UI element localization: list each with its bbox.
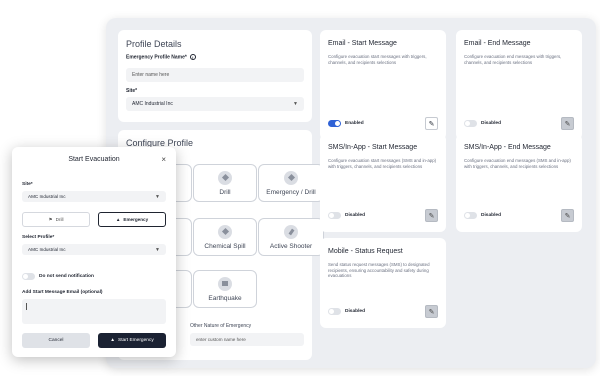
profile-select-value: AMC Industrial Inc xyxy=(28,247,66,252)
enable-toggle[interactable]: Enabled xyxy=(328,120,364,127)
card-description: Send status request messages (SMS) to de… xyxy=(328,262,430,279)
info-icon[interactable]: i xyxy=(189,54,196,60)
email-end-card: Email - End Message Configure evacuation… xyxy=(456,30,582,140)
building-icon xyxy=(218,276,232,291)
toggle-switch[interactable] xyxy=(22,273,35,280)
profile-select[interactable]: AMC Industrial Inc ▼ xyxy=(22,244,166,255)
text-cursor xyxy=(26,303,27,310)
toggle-status: Enabled xyxy=(345,121,364,126)
site-select[interactable]: AMC Industrial Inc ▼ xyxy=(126,97,304,111)
flag-icon: ⚑ xyxy=(48,216,53,222)
profile-details-card: Profile Details Emergency Profile Name* i… xyxy=(118,30,312,122)
toggle-switch[interactable] xyxy=(328,212,341,219)
card-title: Mobile - Status Request xyxy=(328,248,403,255)
card-title: SMS/In-App - End Message xyxy=(464,144,551,151)
enable-toggle[interactable]: Disabled xyxy=(464,212,501,219)
profile-tile-earthquake[interactable]: Earthquake xyxy=(193,270,257,308)
toggle-status: Disabled xyxy=(481,213,501,218)
sms-start-card: SMS/In-App - Start Message Configure eva… xyxy=(320,134,446,232)
drill-button-label: Drill xyxy=(55,217,64,222)
drill-button[interactable]: ⚑ Drill xyxy=(22,212,90,227)
notify-label: Do not send notification xyxy=(39,274,94,279)
chevron-down-icon: ▼ xyxy=(155,193,160,200)
chevron-down-icon: ▼ xyxy=(293,101,298,107)
warning-icon: ▲ xyxy=(115,217,121,222)
pencil-icon: ✎ xyxy=(428,308,435,316)
site-select-value: AMC Industrial Inc xyxy=(132,101,173,107)
tile-label-earthquake: Earthquake xyxy=(208,294,242,302)
modal-site-select[interactable]: AMC Industrial Inc ▼ xyxy=(22,191,166,202)
close-icon[interactable]: × xyxy=(161,155,166,164)
edit-button[interactable]: ✎ xyxy=(425,305,438,318)
profile-name-label: Emergency Profile Name* i xyxy=(126,54,196,60)
cancel-button[interactable]: Cancel xyxy=(22,333,90,348)
card-description: Configure evacuation start messages (SMS… xyxy=(328,158,437,169)
card-description: Configure evacuation end messages with t… xyxy=(464,54,562,65)
start-evacuation-modal: Start Evacuation × Site* AMC Industrial … xyxy=(12,147,176,357)
site-label: Site* xyxy=(126,88,138,94)
cancel-button-label: Cancel xyxy=(48,338,64,343)
other-nature-label: Other Nature of Emergency xyxy=(190,323,252,329)
modal-site-label: Site* xyxy=(22,182,33,187)
card-description: Configure evacuation end messages (SMS a… xyxy=(464,158,571,169)
toggle-switch[interactable] xyxy=(464,212,477,219)
toggle-status: Disabled xyxy=(481,121,501,126)
profile-details-title: Profile Details xyxy=(126,39,182,49)
email-start-card: Email - Start Message Configure evacuati… xyxy=(320,30,446,140)
tile-label-chemical-spill: Chemical Spill xyxy=(204,242,246,250)
toggle-switch[interactable] xyxy=(328,120,341,127)
start-emergency-label: Start Emergency xyxy=(118,338,154,343)
notify-toggle[interactable]: Do not send notification xyxy=(22,273,94,280)
profile-tile-chemical-spill[interactable]: Chemical Spill xyxy=(193,218,257,256)
emergency-button-label: Emergency xyxy=(123,217,149,222)
enable-toggle[interactable]: Disabled xyxy=(328,212,365,219)
card-title: SMS/In-App - Start Message xyxy=(328,144,418,151)
enable-toggle[interactable]: Disabled xyxy=(328,308,365,315)
pin-icon xyxy=(284,224,298,239)
pencil-icon: ✎ xyxy=(564,120,571,128)
tag-icon xyxy=(284,170,298,185)
profile-tile-active-shooter[interactable]: Active Shooter xyxy=(258,218,324,256)
profile-name-input[interactable]: Enter name here xyxy=(126,68,304,82)
mobile-status-card: Mobile - Status Request Send status requ… xyxy=(320,238,446,328)
tile-label-active-shooter: Active Shooter xyxy=(269,242,313,250)
modal-title: Start Evacuation xyxy=(68,156,120,163)
profile-tile-drill[interactable]: Drill xyxy=(193,164,257,202)
start-emergency-button[interactable]: ▲ Start Emergency xyxy=(98,333,166,348)
toggle-switch[interactable] xyxy=(328,308,341,315)
card-title: Email - Start Message xyxy=(328,40,397,47)
other-nature-input[interactable]: enter custom name here xyxy=(190,333,304,346)
modal-site-value: AMC Industrial Inc xyxy=(28,194,66,199)
card-description: Configure evacuation start messages with… xyxy=(328,54,427,65)
emergency-button[interactable]: ▲ Emergency xyxy=(98,212,166,227)
toggle-status: Disabled xyxy=(345,213,365,218)
chevron-down-icon: ▼ xyxy=(155,246,160,253)
pencil-icon: ✎ xyxy=(428,212,435,220)
tile-label-drill: Drill xyxy=(219,188,231,196)
toggle-status: Disabled xyxy=(345,309,365,314)
enable-toggle[interactable]: Disabled xyxy=(464,120,501,127)
edit-button[interactable]: ✎ xyxy=(425,117,438,130)
tile-label-emergency-drill: Emergency / Drill xyxy=(266,188,316,196)
other-nature-placeholder: enter custom name here xyxy=(196,337,246,342)
toggle-switch[interactable] xyxy=(464,120,477,127)
warning-icon: ▲ xyxy=(110,338,115,343)
sms-end-card: SMS/In-App - End Message Configure evacu… xyxy=(456,134,582,232)
select-profile-label: Select Profile* xyxy=(22,235,55,240)
pencil-icon: ✎ xyxy=(428,120,435,128)
email-textarea[interactable] xyxy=(22,299,166,324)
profile-tile-emergency-drill[interactable]: Emergency / Drill xyxy=(258,164,324,202)
tag-icon xyxy=(218,224,232,239)
app-frame: Profile Details Emergency Profile Name* i… xyxy=(106,18,596,368)
edit-button[interactable]: ✎ xyxy=(561,209,574,222)
card-title: Email - End Message xyxy=(464,40,531,47)
edit-button[interactable]: ✎ xyxy=(425,209,438,222)
profile-name-placeholder: Enter name here xyxy=(132,72,170,78)
tag-icon xyxy=(218,170,232,185)
profile-name-label-text: Emergency Profile Name* xyxy=(126,54,187,61)
pencil-icon: ✎ xyxy=(564,212,571,220)
email-label: Add Start Message Email (optional) xyxy=(22,290,103,295)
edit-button[interactable]: ✎ xyxy=(561,117,574,130)
